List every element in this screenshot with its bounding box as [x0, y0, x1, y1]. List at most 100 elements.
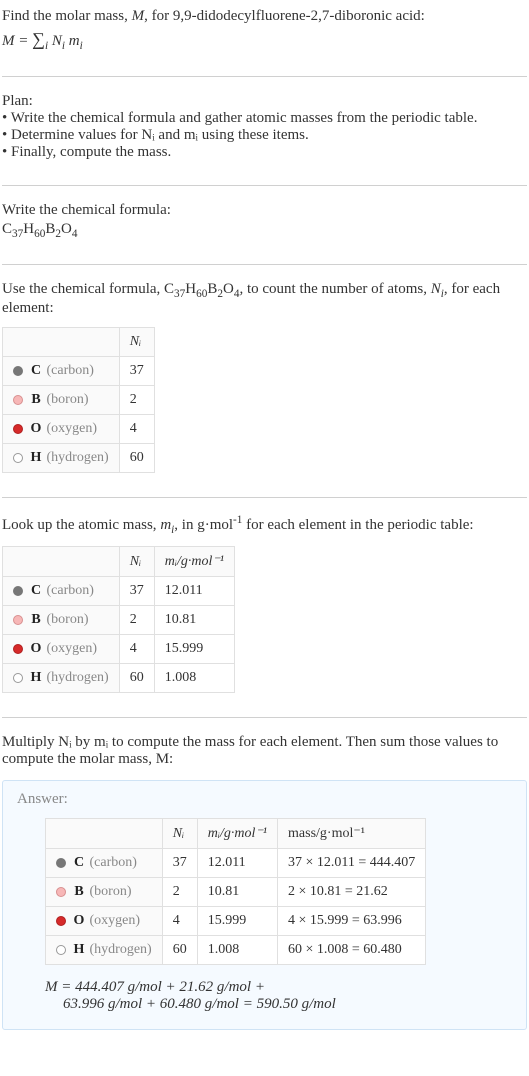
- chemical-formula-block: Write the chemical formula: C37H60B2O4: [2, 202, 527, 256]
- table-row: H (hydrogen)60: [3, 444, 155, 473]
- divider: [2, 497, 527, 498]
- element-cell: B (boron): [3, 606, 120, 635]
- intro-var-M: M: [132, 8, 145, 24]
- plan-title: Plan:: [2, 93, 527, 110]
- mi-cell: 15.999: [197, 907, 277, 936]
- element-dot-icon: [13, 453, 23, 463]
- chemical-formula-label: Write the chemical formula:: [2, 202, 527, 219]
- intro-text: Find the molar mass, M, for 9,9-didodecy…: [2, 8, 527, 25]
- element-dot-icon: [56, 887, 66, 897]
- element-dot-icon: [13, 615, 23, 625]
- plan-item-1: • Write the chemical formula and gather …: [2, 110, 527, 127]
- intro-prefix: Find the molar mass,: [2, 8, 132, 24]
- element-dot-icon: [13, 395, 23, 405]
- table-row: O (oxygen)4: [3, 415, 155, 444]
- ni-cell: 2: [119, 606, 154, 635]
- element-cell: O (oxygen): [46, 907, 163, 936]
- count-block: Use the chemical formula, C37H60B2O4, to…: [2, 281, 527, 489]
- table-row: O (oxygen)415.999: [3, 635, 235, 664]
- element-cell: B (boron): [46, 878, 163, 907]
- divider: [2, 264, 527, 265]
- mi-cell: 1.008: [154, 664, 234, 693]
- mass-cell: 60 × 1.008 = 60.480: [278, 936, 426, 965]
- divider: [2, 185, 527, 186]
- mass-cell: 2 × 10.81 = 21.62: [278, 878, 426, 907]
- final-text: Multiply Nᵢ by mᵢ to compute the mass fo…: [2, 734, 498, 767]
- intro-block: Find the molar mass, M, for 9,9-didodecy…: [2, 8, 527, 68]
- element-cell: C (carbon): [3, 577, 120, 606]
- element-cell: C (carbon): [46, 849, 163, 878]
- ni-cell: 60: [119, 664, 154, 693]
- ni-cell: 37: [119, 577, 154, 606]
- mass-cell: 4 × 15.999 = 63.996: [278, 907, 426, 936]
- molar-mass-formula: M = ∑i Ni mi: [2, 29, 527, 52]
- plan-item-2: • Determine values for Nᵢ and mᵢ using t…: [2, 127, 527, 144]
- element-cell: H (hydrogen): [3, 444, 120, 473]
- element-cell: C (carbon): [3, 357, 120, 386]
- final-text-block: Multiply Nᵢ by mᵢ to compute the mass fo…: [2, 734, 527, 774]
- divider: [2, 717, 527, 718]
- ni-cell: 2: [119, 386, 154, 415]
- count-table: Nᵢ C (carbon)37B (boron)2O (oxygen)4H (h…: [2, 327, 155, 473]
- col-mass: mass/g·mol⁻¹: [278, 819, 426, 849]
- count-text: Use the chemical formula, C37H60B2O4, to…: [2, 281, 527, 317]
- col-ni: Nᵢ: [119, 547, 154, 577]
- ni-cell: 4: [119, 415, 154, 444]
- element-cell: H (hydrogen): [46, 936, 163, 965]
- final-line2: 63.996 g/mol + 60.480 g/mol = 590.50 g/m…: [45, 996, 512, 1013]
- element-dot-icon: [13, 644, 23, 654]
- answer-box: Answer: Nᵢ mᵢ/g·mol⁻¹ mass/g·mol⁻¹ C (ca…: [2, 780, 527, 1030]
- col-blank: [3, 547, 120, 577]
- table-row: C (carbon)3712.011: [3, 577, 235, 606]
- ni-cell: 60: [119, 444, 154, 473]
- mass-cell: 37 × 12.011 = 444.407: [278, 849, 426, 878]
- ni-cell: 4: [119, 635, 154, 664]
- answer-inner: Nᵢ mᵢ/g·mol⁻¹ mass/g·mol⁻¹ C (carbon)371…: [17, 818, 512, 1013]
- table-row: O (oxygen)415.9994 × 15.999 = 63.996: [46, 907, 426, 936]
- mass-table: Nᵢ mᵢ/g·mol⁻¹ C (carbon)3712.011B (boron…: [2, 546, 235, 693]
- plan-block: Plan: • Write the chemical formula and g…: [2, 93, 527, 177]
- element-dot-icon: [13, 366, 23, 376]
- element-cell: H (hydrogen): [3, 664, 120, 693]
- mi-cell: 12.011: [197, 849, 277, 878]
- final-equation: M = 444.407 g/mol + 21.62 g/mol + 63.996…: [45, 979, 512, 1013]
- table-row: H (hydrogen)601.00860 × 1.008 = 60.480: [46, 936, 426, 965]
- element-dot-icon: [56, 916, 66, 926]
- table-row: C (carbon)3712.01137 × 12.011 = 444.407: [46, 849, 426, 878]
- col-ni: Nᵢ: [119, 328, 154, 357]
- mi-cell: 15.999: [154, 635, 234, 664]
- mi-cell: 10.81: [197, 878, 277, 907]
- chemical-formula: C37H60B2O4: [2, 221, 527, 240]
- col-mi: mᵢ/g·mol⁻¹: [154, 547, 234, 577]
- plan-item-3: • Finally, compute the mass.: [2, 144, 527, 161]
- element-dot-icon: [56, 858, 66, 868]
- element-dot-icon: [13, 424, 23, 434]
- table-row: C (carbon)37: [3, 357, 155, 386]
- ni-cell: 37: [162, 849, 197, 878]
- table-row: B (boron)210.812 × 10.81 = 21.62: [46, 878, 426, 907]
- table-row: H (hydrogen)601.008: [3, 664, 235, 693]
- element-cell: B (boron): [3, 386, 120, 415]
- element-cell: O (oxygen): [3, 415, 120, 444]
- mi-cell: 1.008: [197, 936, 277, 965]
- element-dot-icon: [13, 586, 23, 596]
- ni-cell: 37: [119, 357, 154, 386]
- final-line1: M = 444.407 g/mol + 21.62 g/mol +: [45, 979, 512, 996]
- intro-mid: , for 9,9-didodecylfluorene-2,7-diboroni…: [144, 8, 425, 24]
- ni-cell: 60: [162, 936, 197, 965]
- mass-block: Look up the atomic mass, mi, in g·mol-1 …: [2, 514, 527, 709]
- col-blank: [3, 328, 120, 357]
- col-blank: [46, 819, 163, 849]
- ni-cell: 4: [162, 907, 197, 936]
- element-dot-icon: [56, 945, 66, 955]
- col-ni: Nᵢ: [162, 819, 197, 849]
- mi-cell: 12.011: [154, 577, 234, 606]
- element-cell: O (oxygen): [3, 635, 120, 664]
- col-mi: mᵢ/g·mol⁻¹: [197, 819, 277, 849]
- table-row: B (boron)2: [3, 386, 155, 415]
- table-row: B (boron)210.81: [3, 606, 235, 635]
- element-dot-icon: [13, 673, 23, 683]
- ni-cell: 2: [162, 878, 197, 907]
- answer-table: Nᵢ mᵢ/g·mol⁻¹ mass/g·mol⁻¹ C (carbon)371…: [45, 818, 426, 965]
- answer-label: Answer:: [17, 791, 512, 808]
